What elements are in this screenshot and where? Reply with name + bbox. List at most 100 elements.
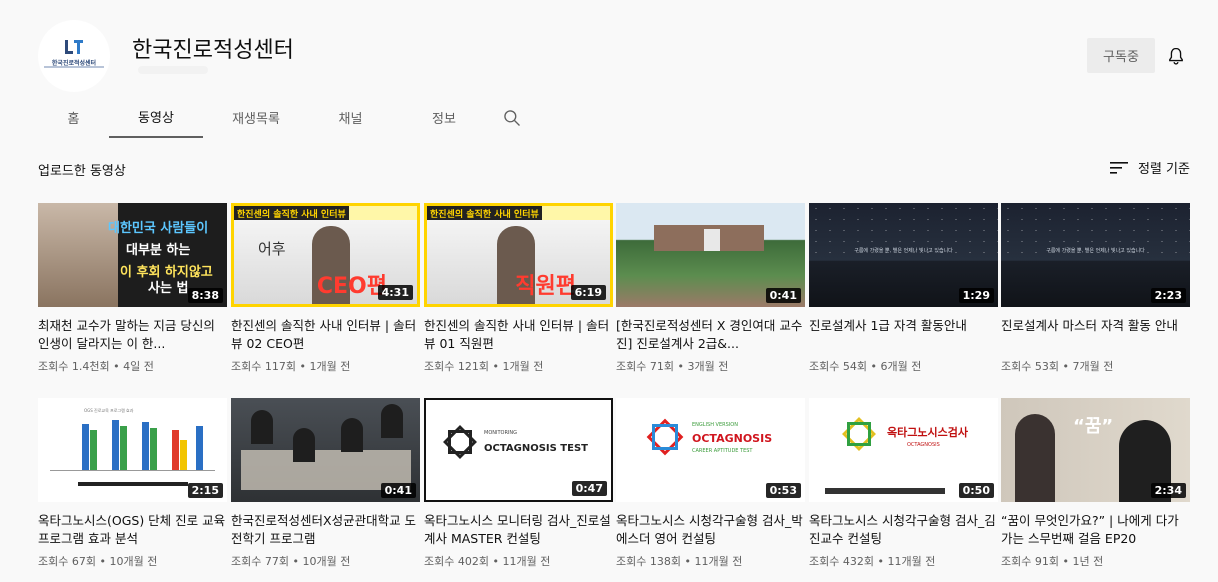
video-title[interactable]: 한진센의 솔직한 사내 인터뷰 | 솔터뷰 01 직원편	[424, 317, 613, 353]
video-thumbnail[interactable]: 한진센의 솔직한 사내 인터뷰 직원편 6:19	[424, 203, 613, 307]
channel-subscriber-count-blurred	[138, 66, 208, 74]
video-title[interactable]: 옥타그노시스 시청각구술형 검사_김진교수 컨설팅	[809, 512, 998, 548]
video-thumbnail[interactable]: “꿈” 2:34	[1001, 398, 1190, 502]
thumbnail-text: CEO편	[316, 274, 387, 299]
thumbnail-text: 사는 법	[148, 281, 189, 296]
video-thumbnail[interactable]: MONITORING OCTAGNOSIS TEST 0:47	[424, 398, 613, 502]
tab-videos[interactable]: 동영상	[109, 96, 203, 138]
video-thumbnail[interactable]: OGS 진로교육 프로그램 효과 2:15	[38, 398, 227, 502]
video-card[interactable]: OGS 진로교육 프로그램 효과 2:15 옥타그노시스(OGS) 단체 진로 …	[38, 398, 227, 569]
video-title[interactable]: 옥타그노시스 모니터링 검사_진로설계사 MASTER 컨설팅	[424, 512, 613, 548]
video-card[interactable]: 구름에 가렸을 뿐, 별은 언제나 빛나고 있습니다 2:23 진로설계사 마스…	[1001, 203, 1190, 374]
tab-playlists[interactable]: 재생목록	[203, 96, 309, 138]
thumbnail-banner: 한진센의 솔직한 사내 인터뷰	[427, 206, 542, 220]
video-meta: 조회수 117회 • 1개월 전	[231, 360, 351, 373]
video-card[interactable]: MONITORING OCTAGNOSIS TEST 0:47 옥타그노시스 모…	[424, 398, 613, 569]
thumbnail-caption: 구름에 가렸을 뿐, 별은 언제나 빛나고 있습니다	[854, 248, 953, 254]
video-duration: 0:47	[571, 481, 607, 496]
channel-logo-subline	[44, 66, 104, 68]
thumbnail-text: OCTAGNOSIS TEST	[484, 443, 588, 454]
video-thumbnail[interactable]: 0:41	[616, 203, 805, 307]
video-title[interactable]: 한국진로적성센터X성균관대학교 도전학기 프로그램	[231, 512, 420, 548]
video-card[interactable]: “꿈” 2:34 “꿈이 무엇인가요?” | 나에게 다가가는 스무번째 걸음 …	[1001, 398, 1190, 569]
thumbnail-text: 대한민국 사람들이	[108, 221, 209, 236]
video-thumbnail[interactable]: 옥타그노시스검사 OCTAGNOSIS 0:50	[809, 398, 998, 502]
video-card[interactable]: 대한민국 사람들이 대부분 하는 이 후회 하지않고 사는 법 8:38 최재천…	[38, 203, 227, 374]
thumbnail-person	[1015, 414, 1055, 502]
video-title[interactable]: 옥타그노시스(OGS) 단체 진로 교육 프로그램 효과 분석	[38, 512, 227, 548]
video-duration: 0:50	[958, 483, 994, 498]
video-card[interactable]: 옥타그노시스검사 OCTAGNOSIS 0:50 옥타그노시스 시청각구술형 검…	[809, 398, 998, 569]
octagnosis-logo-icon	[847, 422, 871, 446]
thumbnail-building	[704, 229, 720, 251]
video-thumbnail[interactable]: 0:41	[231, 398, 420, 502]
octagnosis-logo-icon	[652, 424, 678, 450]
video-meta: 조회수 138회 • 11개월 전	[616, 555, 743, 568]
video-title[interactable]: 옥타그노시스 시청각구술형 검사_박에스더 영어 컨설팅	[616, 512, 805, 548]
thumbnail-text: OGS 진로교육 프로그램 효과	[84, 408, 134, 413]
video-meta: 조회수 71회 • 3개월 전	[616, 360, 729, 373]
video-duration: 6:19	[570, 285, 606, 300]
video-duration: 1:29	[958, 288, 994, 303]
video-thumbnail[interactable]: 구름에 가렸을 뿐, 별은 언제나 빛나고 있습니다 1:29	[809, 203, 998, 307]
tab-home[interactable]: 홈	[38, 96, 109, 138]
video-duration: 2:15	[187, 483, 223, 498]
thumbnail-text: 어후	[258, 240, 286, 258]
video-title[interactable]: “꿈이 무엇인가요?” | 나에게 다가가는 스무번째 걸음 EP20	[1001, 512, 1190, 548]
thumbnail-text: OCTAGNOSIS	[692, 432, 773, 445]
video-meta: 조회수 432회 • 11개월 전	[809, 555, 936, 568]
thumbnail-text: 직원편	[515, 274, 576, 299]
video-card[interactable]: 한진센의 솔직한 사내 인터뷰 어후 CEO편 4:31 한진센의 솔직한 사내…	[231, 203, 420, 374]
video-meta: 조회수 402회 • 11개월 전	[424, 555, 551, 568]
channel-search-icon[interactable]	[502, 108, 522, 128]
video-card[interactable]: ENGLISH VERSION OCTAGNOSIS CAREER APTITU…	[616, 398, 805, 569]
video-thumbnail[interactable]: 대한민국 사람들이 대부분 하는 이 후회 하지않고 사는 법 8:38	[38, 203, 227, 307]
channel-name: 한국진로적성센터	[132, 38, 294, 63]
channel-avatar[interactable]: 한국진로적성센터	[38, 20, 110, 92]
thumbnail-caption: 구름에 가렸을 뿐, 별은 언제나 빛나고 있습니다	[1046, 248, 1145, 254]
video-thumbnail[interactable]: 한진센의 솔직한 사내 인터뷰 어후 CEO편 4:31	[231, 203, 420, 307]
sort-icon	[1110, 161, 1128, 174]
tab-about[interactable]: 정보	[392, 96, 496, 138]
notification-bell-icon[interactable]	[1166, 45, 1186, 67]
video-duration: 4:31	[377, 285, 413, 300]
video-title[interactable]: 진로설계사 1급 자격 활동안내	[809, 317, 998, 353]
channel-logo-icon	[65, 38, 83, 56]
video-card[interactable]: 0:41 [한국진로적성센터 X 경인여대 교수진] 진로설계사 2급&... …	[616, 203, 805, 374]
video-duration: 0:41	[765, 288, 801, 303]
video-title[interactable]: [한국진로적성센터 X 경인여대 교수진] 진로설계사 2급&...	[616, 317, 805, 353]
video-title[interactable]: 한진센의 솔직한 사내 인터뷰 | 솔터뷰 02 CEO편	[231, 317, 420, 353]
video-card[interactable]: 구름에 가렸을 뿐, 별은 언제나 빛나고 있습니다 1:29 진로설계사 1급…	[809, 203, 998, 374]
thumbnail-text: 옥타그노시스검사	[887, 426, 968, 439]
video-title[interactable]: 최재천 교수가 말하는 지금 당신의 인생이 달라지는 이 한...	[38, 317, 227, 353]
tab-channels[interactable]: 채널	[309, 96, 392, 138]
video-card[interactable]: 0:41 한국진로적성센터X성균관대학교 도전학기 프로그램 조회수 77회 •…	[231, 398, 420, 569]
subscribed-button[interactable]: 구독중	[1087, 38, 1155, 73]
video-meta: 조회수 77회 • 10개월 전	[231, 555, 351, 568]
video-meta: 조회수 91회 • 1년 전	[1001, 555, 1104, 568]
video-duration: 0:53	[765, 483, 801, 498]
video-thumbnail[interactable]: 구름에 가렸을 뿐, 별은 언제나 빛나고 있습니다 2:23	[1001, 203, 1190, 307]
thumbnail-axis	[50, 470, 215, 471]
video-card[interactable]: 한진센의 솔직한 사내 인터뷰 직원편 6:19 한진센의 솔직한 사내 인터뷰…	[424, 203, 613, 374]
video-thumbnail[interactable]: ENGLISH VERSION OCTAGNOSIS CAREER APTITU…	[616, 398, 805, 502]
thumbnail-footer	[78, 482, 188, 486]
video-title[interactable]: 진로설계사 마스터 자격 활동 안내	[1001, 317, 1190, 353]
video-duration: 2:34	[1150, 483, 1186, 498]
video-duration: 8:38	[187, 288, 223, 303]
octagnosis-logo-icon	[448, 430, 472, 454]
video-meta: 조회수 67회 • 10개월 전	[38, 555, 158, 568]
thumbnail-footer	[825, 488, 945, 494]
video-meta: 조회수 1.4천회 • 4일 전	[38, 360, 154, 373]
thumbnail-person	[38, 203, 118, 307]
thumbnail-text: 대부분 하는	[126, 243, 191, 258]
section-title: 업로드한 동영상	[38, 164, 126, 179]
thumbnail-text: ENGLISH VERSION	[692, 422, 738, 428]
thumbnail-text: CAREER APTITUDE TEST	[692, 448, 753, 454]
video-duration: 0:41	[380, 483, 416, 498]
video-meta: 조회수 54회 • 6개월 전	[809, 360, 922, 373]
sort-button[interactable]: 정렬 기준	[1110, 158, 1190, 177]
channel-tabs: 홈 동영상 재생목록 채널 정보	[38, 96, 496, 138]
video-meta: 조회수 53회 • 7개월 전	[1001, 360, 1114, 373]
video-duration: 2:23	[1150, 288, 1186, 303]
